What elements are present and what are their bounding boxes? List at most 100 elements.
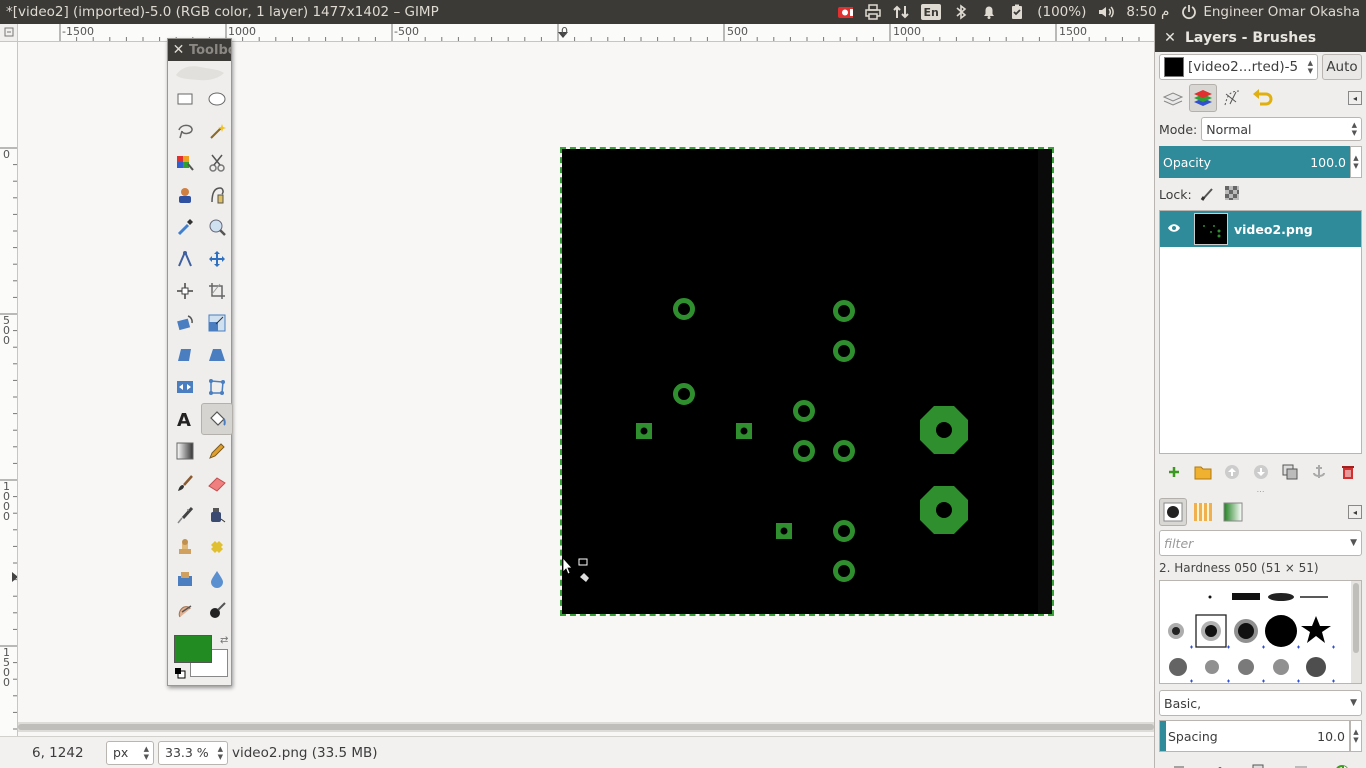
volume-icon[interactable] — [1092, 0, 1120, 24]
smudge-icon[interactable] — [169, 595, 201, 627]
anchor-layer-icon[interactable] — [1308, 461, 1330, 483]
tab-channels[interactable] — [1189, 84, 1217, 112]
vertical-ruler[interactable]: 0 500 1000 1500 — [0, 42, 18, 742]
brush-scrollbar[interactable] — [1351, 581, 1361, 683]
bluetooth-icon[interactable] — [947, 0, 975, 24]
opacity-spin-arrows[interactable]: ▲ ▼ — [1350, 146, 1362, 178]
new-layer-icon[interactable] — [1163, 461, 1185, 483]
toolbox-window[interactable]: ✕ Toolbox A — [167, 38, 233, 686]
tab-undo-history[interactable] — [1249, 84, 1277, 112]
lower-layer-icon[interactable] — [1250, 461, 1272, 483]
scrollbar-thumb[interactable] — [18, 724, 1154, 730]
raise-layer-icon[interactable] — [1221, 461, 1243, 483]
wilber-drop-area[interactable] — [168, 61, 231, 83]
blend-icon[interactable] — [169, 435, 201, 467]
foreground-select-icon[interactable] — [169, 179, 201, 211]
crop-icon[interactable] — [201, 275, 233, 307]
perspective-icon[interactable] — [201, 339, 233, 371]
visibility-eye-icon[interactable] — [1160, 222, 1188, 236]
tab-paths[interactable] — [1219, 84, 1247, 112]
tab-menu-icon[interactable]: ◂ — [1348, 505, 1362, 519]
tab-gradients[interactable] — [1219, 498, 1247, 526]
duplicate-brush-icon[interactable] — [1249, 761, 1271, 768]
clock[interactable]: 8:50 م — [1120, 0, 1175, 24]
spacing-slider[interactable]: Spacing 10.0 — [1159, 720, 1350, 752]
clone-icon[interactable] — [169, 531, 201, 563]
edit-brush-icon[interactable] — [1168, 761, 1190, 768]
image-selector[interactable]: [video2...rted)-5 ▲ ▼ — [1159, 54, 1318, 80]
paintbrush-icon[interactable] — [169, 467, 201, 499]
toolbox-titlebar[interactable]: ✕ Toolbox — [168, 39, 231, 61]
free-select-icon[interactable] — [169, 115, 201, 147]
default-colors-icon[interactable] — [174, 667, 186, 679]
move-icon[interactable] — [201, 243, 233, 275]
align-icon[interactable] — [169, 275, 201, 307]
unit-selector[interactable]: px ▲ ▼ — [106, 740, 154, 765]
zoom-icon[interactable] — [201, 211, 233, 243]
lock-alpha-icon[interactable] — [1224, 185, 1240, 204]
lock-pixels-icon[interactable] — [1200, 185, 1216, 204]
paths-icon[interactable] — [201, 179, 233, 211]
layers-brushes-dock[interactable]: ✕ Layers - Brushes [video2...rted)-5 ▲ ▼ … — [1154, 24, 1366, 768]
zoom-selector[interactable]: 33.3 % ▲ ▼ — [158, 740, 228, 765]
foreground-color-swatch[interactable] — [174, 635, 212, 663]
close-icon[interactable]: ✕ — [1155, 30, 1185, 46]
scissors-select-icon[interactable] — [201, 147, 233, 179]
brush-grid[interactable] — [1159, 580, 1362, 684]
rotate-icon[interactable] — [169, 307, 201, 339]
shear-icon[interactable] — [169, 339, 201, 371]
image-canvas[interactable] — [560, 147, 1054, 616]
ellipse-select-icon[interactable] — [201, 83, 233, 115]
cage-transform-icon[interactable] — [201, 371, 233, 403]
fuzzy-select-icon[interactable] — [201, 115, 233, 147]
keyboard-language[interactable]: En — [915, 0, 947, 24]
new-brush-icon[interactable] — [1209, 761, 1231, 768]
chevron-down-icon[interactable]: ▼ — [1350, 538, 1357, 548]
new-layer-group-icon[interactable] — [1192, 461, 1214, 483]
swap-colors-icon[interactable]: ⇄ — [220, 635, 228, 646]
tab-brushes[interactable] — [1159, 498, 1187, 526]
blur-sharpen-icon[interactable] — [201, 563, 233, 595]
dock-titlebar[interactable]: ✕ Layers - Brushes — [1155, 24, 1366, 52]
scale-icon[interactable] — [201, 307, 233, 339]
notification-bell-icon[interactable] — [975, 0, 1003, 24]
ruler-corner[interactable] — [0, 24, 18, 42]
ink-icon[interactable] — [201, 499, 233, 531]
perspective-clone-icon[interactable] — [169, 563, 201, 595]
close-icon[interactable]: ✕ — [168, 42, 189, 58]
duplicate-layer-icon[interactable] — [1279, 461, 1301, 483]
color-picker-icon[interactable] — [169, 211, 201, 243]
spacing-spin-arrows[interactable]: ▲ ▼ — [1350, 720, 1362, 752]
user-name[interactable]: Engineer Omar Okasha — [1203, 0, 1366, 24]
bucket-fill-icon[interactable] — [201, 403, 233, 435]
flip-icon[interactable] — [169, 371, 201, 403]
text-icon[interactable]: A — [169, 403, 201, 435]
mode-selector[interactable]: Normal ▲ ▼ — [1201, 117, 1362, 141]
brush-tag-selector[interactable]: Basic, ▼ — [1159, 690, 1362, 716]
horizontal-scrollbar[interactable] — [18, 722, 1154, 732]
opacity-slider[interactable]: Opacity 100.0 — [1159, 146, 1350, 178]
pencil-icon[interactable] — [201, 435, 233, 467]
layers-list[interactable]: video2.png — [1159, 210, 1362, 454]
dodge-burn-icon[interactable] — [201, 595, 233, 627]
refresh-brushes-icon[interactable] — [1331, 761, 1353, 768]
heal-icon[interactable] — [201, 531, 233, 563]
layer-row[interactable]: video2.png — [1160, 211, 1361, 247]
printer-icon[interactable] — [859, 0, 887, 24]
measure-icon[interactable] — [169, 243, 201, 275]
dock-divider[interactable]: ⋯ — [1155, 488, 1366, 496]
rect-select-icon[interactable] — [169, 83, 201, 115]
session-icon[interactable] — [1175, 0, 1203, 24]
eraser-icon[interactable] — [201, 467, 233, 499]
auto-button[interactable]: Auto — [1322, 54, 1362, 80]
delete-brush-icon[interactable] — [1290, 761, 1312, 768]
record-icon[interactable] — [831, 0, 859, 24]
tab-layers[interactable] — [1159, 84, 1187, 112]
select-by-color-icon[interactable] — [169, 147, 201, 179]
tab-menu-icon[interactable]: ◂ — [1348, 91, 1362, 105]
brush-filter-input[interactable]: filter ▼ — [1159, 530, 1362, 556]
airbrush-icon[interactable] — [169, 499, 201, 531]
delete-layer-icon[interactable] — [1337, 461, 1359, 483]
layer-name[interactable]: video2.png — [1234, 222, 1313, 237]
tab-patterns[interactable] — [1189, 498, 1217, 526]
